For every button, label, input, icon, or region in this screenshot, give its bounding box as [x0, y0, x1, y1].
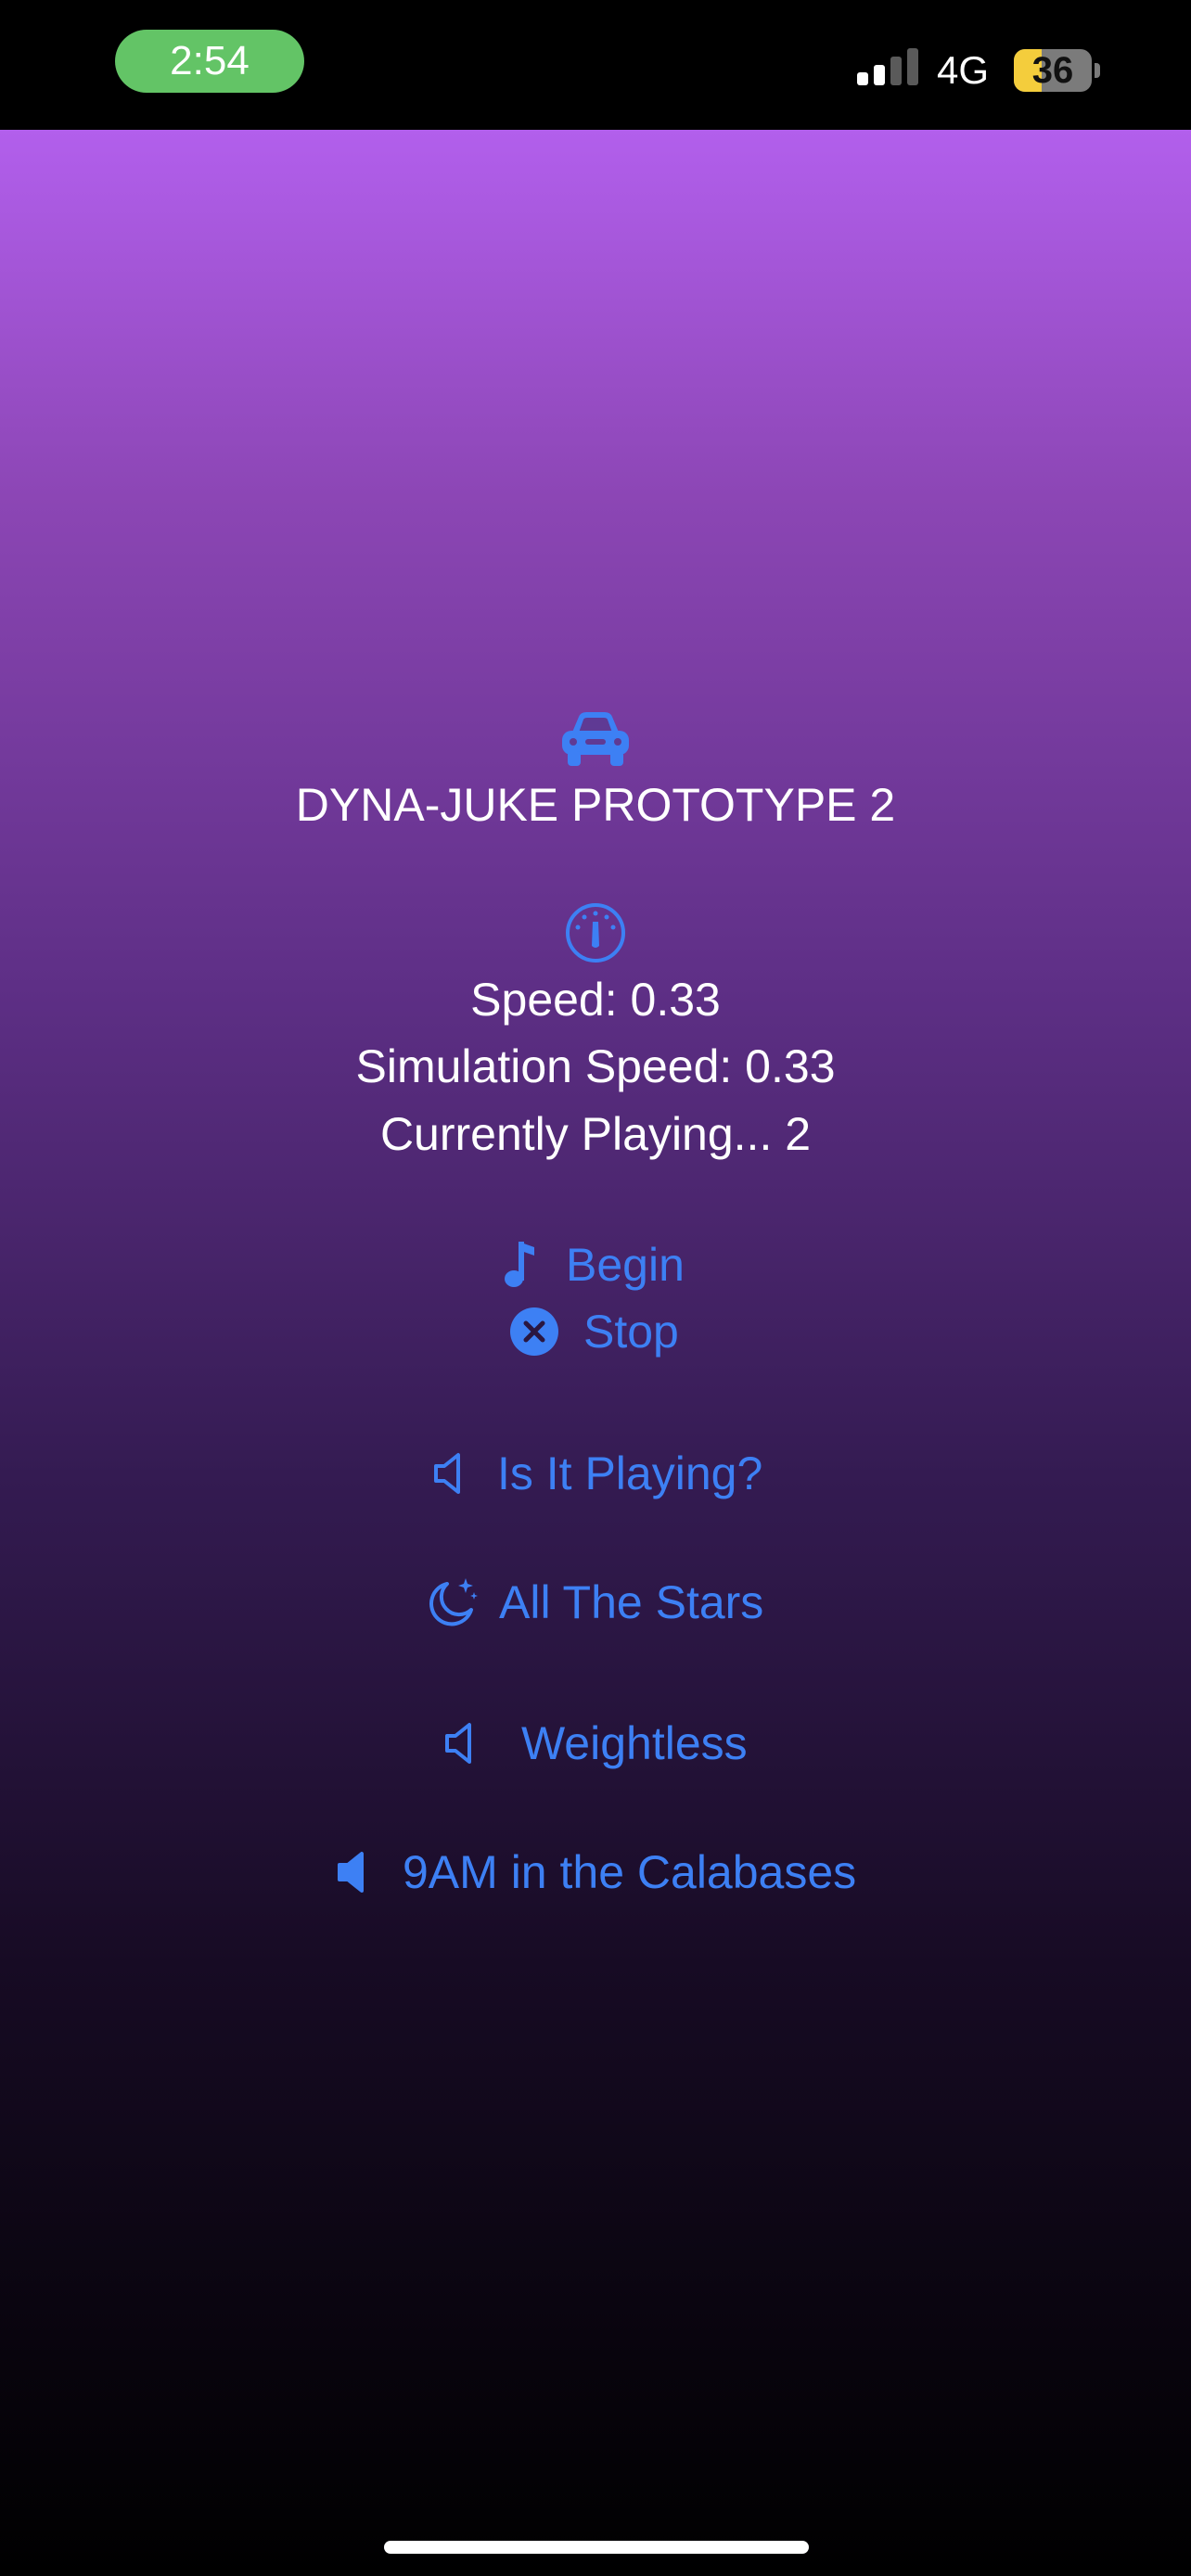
stop-label: Stop — [583, 1306, 679, 1358]
gauge-icon — [0, 901, 1191, 964]
track-item-weightless[interactable]: Weightless — [443, 1714, 748, 1773]
cellular-signal-icon — [857, 48, 918, 85]
home-indicator[interactable] — [384, 2541, 809, 2554]
status-bar: 2:54 4G 36 — [0, 0, 1191, 130]
begin-button[interactable]: Begin — [503, 1235, 685, 1294]
track-item-all-the-stars[interactable]: All The Stars — [427, 1573, 763, 1632]
track-label: Weightless — [521, 1717, 748, 1769]
simulation-speed-label: Simulation Speed: 0.33 — [355, 1040, 836, 1092]
close-circle-icon — [510, 1307, 558, 1356]
page-title: DYNA-JUKE PROTOTYPE 2 — [295, 779, 896, 831]
track-label: 9AM in the Calabases — [403, 1846, 857, 1898]
moon-stars-icon — [429, 1578, 478, 1626]
speed-label: Speed: 0.33 — [470, 974, 721, 1026]
currently-playing-label: Currently Playing... 2 — [379, 1108, 812, 1160]
track-label: All The Stars — [499, 1576, 764, 1628]
car-icon — [0, 710, 1191, 768]
battery-cap — [1095, 63, 1100, 78]
speaker-outline-icon — [434, 1453, 460, 1494]
begin-label: Begin — [566, 1239, 685, 1291]
track-item-is-it-playing[interactable]: Is It Playing? — [432, 1444, 762, 1503]
battery-icon: 36 — [1014, 49, 1092, 92]
music-note-icon — [505, 1242, 534, 1287]
speaker-outline-icon — [445, 1723, 471, 1764]
battery-level: 36 — [1031, 50, 1074, 91]
track-item-9am-in-the-calabases[interactable]: 9AM in the Calabases — [336, 1843, 856, 1902]
network-type: 4G — [937, 48, 990, 92]
track-label: Is It Playing? — [497, 1447, 763, 1499]
speaker-filled-icon — [338, 1852, 364, 1893]
time-display: 2:54 — [115, 30, 304, 93]
stop-button[interactable]: Stop — [509, 1302, 679, 1361]
